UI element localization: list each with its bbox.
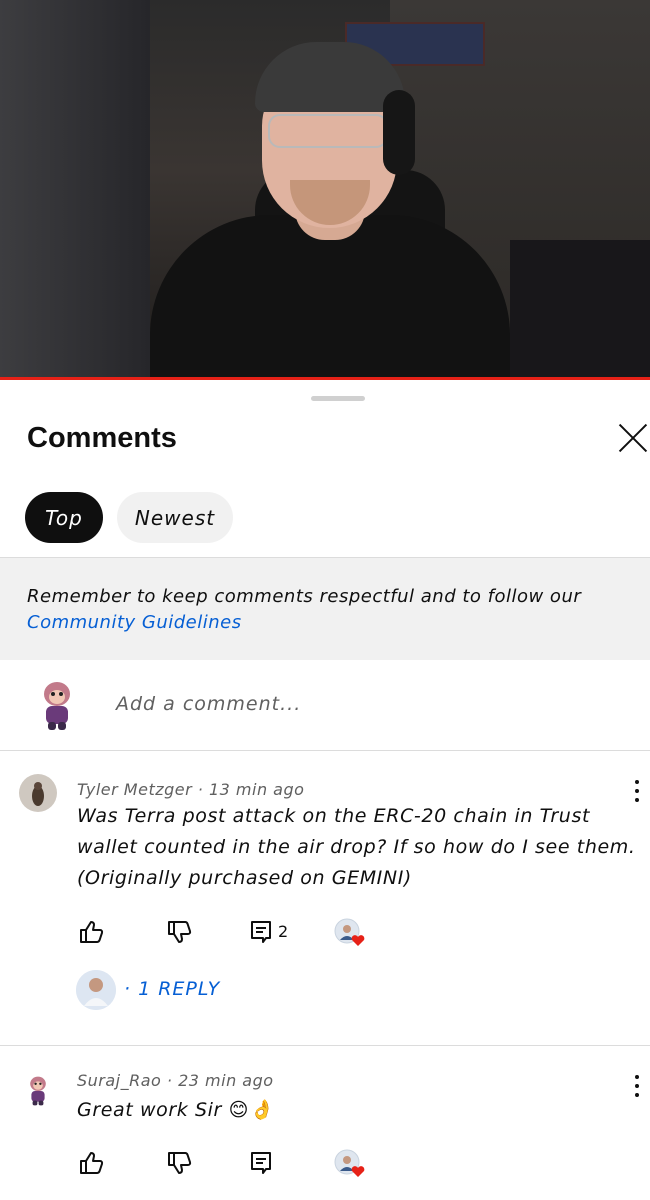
- guideline-message: Remember to keep comments respectful and…: [27, 586, 582, 607]
- video-background-left: [0, 0, 150, 380]
- sheet-title: Comments: [27, 422, 177, 454]
- video-player[interactable]: [0, 0, 650, 380]
- drag-handle[interactable]: [311, 396, 365, 401]
- sort-tabs: Top Newest: [25, 492, 233, 543]
- video-shelf: [510, 240, 650, 380]
- community-guidelines-link[interactable]: Community Guidelines: [27, 612, 242, 633]
- creator-heart-icon: [334, 1149, 365, 1177]
- comment-actions: 2: [0, 918, 650, 958]
- comment-text: Great work Sir 😊👌: [77, 1099, 274, 1121]
- add-comment-input[interactable]: Add a comment...: [116, 693, 301, 715]
- comments-sheet: Comments Top Newest Remember to keep com…: [0, 382, 650, 1200]
- reply-count: 2: [278, 922, 289, 941]
- reply-icon[interactable]: [248, 1149, 276, 1177]
- progress-bar[interactable]: [0, 377, 650, 380]
- comment-actions: [0, 1149, 650, 1189]
- video-person-glasses: [268, 114, 388, 148]
- reply-icon[interactable]: [248, 918, 276, 946]
- more-options-icon[interactable]: [630, 780, 644, 802]
- replies-label[interactable]: · 1 REPLY: [124, 978, 220, 1000]
- creator-heart-icon: [334, 918, 365, 946]
- tab-newest[interactable]: Newest: [117, 492, 233, 543]
- add-comment-row[interactable]: Add a comment...: [0, 660, 650, 750]
- comment-meta: Tyler Metzger · 13 min ago: [77, 780, 305, 799]
- comment-meta: Suraj_Rao · 23 min ago: [77, 1071, 274, 1090]
- commenter-avatar[interactable]: [19, 774, 57, 812]
- dislike-icon[interactable]: [165, 918, 193, 946]
- commenter-avatar[interactable]: [26, 1075, 50, 1107]
- divider: [0, 1045, 650, 1046]
- more-options-icon[interactable]: [630, 1075, 644, 1097]
- guideline-banner: Remember to keep comments respectful and…: [0, 558, 650, 660]
- user-avatar: [44, 682, 70, 730]
- close-icon[interactable]: [618, 422, 650, 454]
- video-person-headphone: [383, 90, 415, 175]
- like-icon[interactable]: [77, 1149, 105, 1177]
- divider: [0, 750, 650, 751]
- reply-avatar: [76, 970, 116, 1010]
- comment-text: Was Terra post attack on the ERC-20 chai…: [77, 805, 636, 889]
- like-icon[interactable]: [77, 918, 105, 946]
- tab-top[interactable]: Top: [25, 492, 103, 543]
- view-replies-button[interactable]: · 1 REPLY: [76, 970, 376, 1010]
- dislike-icon[interactable]: [165, 1149, 193, 1177]
- guideline-text: Remember to keep comments respectful and…: [27, 584, 627, 636]
